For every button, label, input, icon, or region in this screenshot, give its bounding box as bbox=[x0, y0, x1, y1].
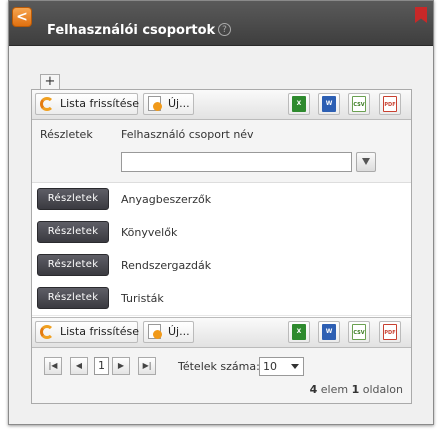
pdf-icon: PDF bbox=[383, 96, 397, 112]
last-page-button[interactable]: ▶| bbox=[138, 357, 156, 375]
dialog-window: < Felhasználói csoportok ? + Lista friss… bbox=[8, 0, 434, 425]
new-button-bottom[interactable]: Új... bbox=[143, 321, 194, 343]
table-row: Részletek Anyagbeszerzők bbox=[32, 183, 411, 217]
group-name: Könyvelők bbox=[121, 226, 178, 239]
column-header-details[interactable]: Részletek bbox=[40, 128, 93, 141]
doc-icon: W bbox=[322, 324, 336, 340]
first-page-button[interactable]: |◀ bbox=[44, 357, 62, 375]
group-list-panel: Lista frissítése Új... X W CSV PDF Részl… bbox=[31, 89, 412, 404]
group-name: Anyagbeszerzők bbox=[121, 193, 212, 206]
new-label: Új... bbox=[168, 325, 190, 338]
bookmark-icon[interactable] bbox=[415, 7, 427, 23]
next-page-button[interactable]: ▶ bbox=[112, 357, 130, 375]
refresh-icon bbox=[40, 97, 54, 111]
export-excel-button-bottom[interactable]: X bbox=[288, 321, 310, 343]
table-header: Részletek Felhasználó csoport név bbox=[32, 120, 411, 183]
new-document-icon bbox=[148, 96, 162, 111]
page-size-select[interactable]: 10 bbox=[259, 357, 304, 376]
export-csv-button[interactable]: CSV bbox=[348, 93, 370, 115]
info-mid-text: elem bbox=[317, 383, 352, 396]
table-row: Részletek Rendszergazdák bbox=[32, 249, 411, 283]
details-button[interactable]: Részletek bbox=[37, 188, 109, 210]
refresh-label: Lista frissítése bbox=[60, 97, 140, 110]
page-size-label: Tételek száma: bbox=[178, 360, 260, 373]
refresh-icon bbox=[40, 325, 54, 339]
doc-icon: W bbox=[322, 96, 336, 112]
table-row: Részletek Könyvelők bbox=[32, 216, 411, 250]
column-header-group-name[interactable]: Felhasználó csoport név bbox=[121, 128, 254, 141]
export-csv-button-bottom[interactable]: CSV bbox=[348, 321, 370, 343]
titlebar: < Felhasználói csoportok ? bbox=[9, 1, 433, 46]
table-row: Részletek Turisták bbox=[32, 282, 411, 316]
xls-icon: X bbox=[292, 96, 306, 112]
export-pdf-button[interactable]: PDF bbox=[379, 93, 401, 115]
details-button[interactable]: Részletek bbox=[37, 287, 109, 309]
top-toolbar: Lista frissítése Új... X W CSV PDF bbox=[32, 90, 411, 120]
pager: |◀ ◀ 1 ▶ ▶| Tételek száma: 10 4 elem 1 o… bbox=[32, 348, 411, 403]
group-name: Turisták bbox=[121, 292, 164, 305]
bottom-toolbar: Lista frissítése Új... X W CSV PDF bbox=[32, 317, 411, 348]
group-name-filter-input[interactable] bbox=[121, 152, 352, 172]
group-name: Rendszergazdák bbox=[121, 259, 212, 272]
help-icon[interactable]: ? bbox=[218, 23, 231, 36]
xls-icon: X bbox=[292, 324, 306, 340]
details-button[interactable]: Részletek bbox=[37, 221, 109, 243]
export-pdf-button-bottom[interactable]: PDF bbox=[379, 321, 401, 343]
current-page-input[interactable]: 1 bbox=[94, 357, 109, 375]
details-button[interactable]: Részletek bbox=[37, 254, 109, 276]
chevron-down-icon bbox=[291, 364, 299, 369]
pdf-icon: PDF bbox=[383, 324, 397, 340]
window-title: Felhasználói csoportok bbox=[47, 23, 216, 38]
export-word-button[interactable]: W bbox=[318, 93, 340, 115]
csv-icon: CSV bbox=[352, 324, 366, 340]
prev-page-button[interactable]: ◀ bbox=[70, 357, 88, 375]
new-document-icon bbox=[148, 324, 162, 339]
export-word-button-bottom[interactable]: W bbox=[318, 321, 340, 343]
refresh-list-button-bottom[interactable]: Lista frissítése bbox=[35, 321, 140, 343]
refresh-label: Lista frissítése bbox=[60, 325, 140, 338]
new-label: Új... bbox=[168, 97, 190, 110]
page-size-value: 10 bbox=[263, 360, 277, 373]
csv-icon: CSV bbox=[352, 96, 366, 112]
add-tab-button[interactable]: + bbox=[40, 74, 60, 89]
refresh-list-button[interactable]: Lista frissítése bbox=[35, 93, 140, 115]
info-end-text: oldalon bbox=[359, 383, 403, 396]
new-button[interactable]: Új... bbox=[143, 93, 194, 115]
filter-icon[interactable] bbox=[356, 152, 376, 172]
export-excel-button[interactable]: X bbox=[288, 93, 310, 115]
pager-info: 4 elem 1 oldalon bbox=[310, 383, 403, 396]
back-button[interactable]: < bbox=[12, 7, 32, 27]
